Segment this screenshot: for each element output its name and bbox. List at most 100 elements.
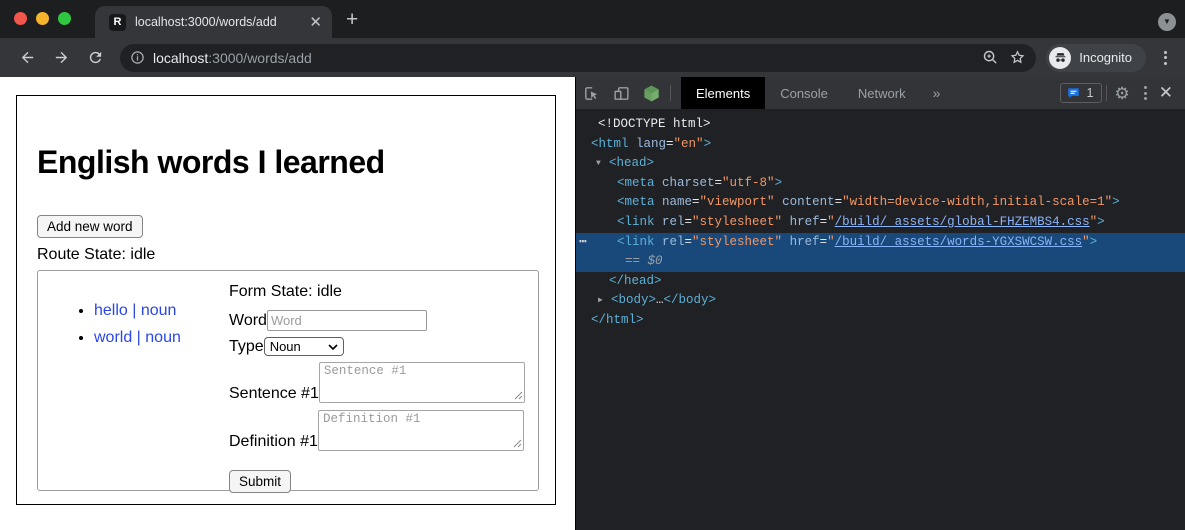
inspect-cursor-icon bbox=[583, 85, 600, 102]
word-input[interactable] bbox=[267, 310, 427, 331]
dom-token: <link bbox=[617, 215, 655, 229]
devtools-tab-elements[interactable]: Elements bbox=[681, 77, 765, 109]
web-page: English words I learned Add new word Rou… bbox=[0, 77, 575, 530]
expand-arrow-open-icon[interactable]: ▼ bbox=[596, 154, 601, 174]
dom-node-line[interactable]: </html> bbox=[576, 311, 1185, 331]
dom-token: > bbox=[1090, 235, 1098, 249]
zoom-magnifier-icon bbox=[982, 49, 999, 66]
dom-token: = bbox=[820, 235, 828, 249]
browser-toolbar: localhost:3000/words/add Incognito bbox=[0, 38, 1185, 77]
dom-token: charset bbox=[655, 176, 715, 190]
submit-button[interactable]: Submit bbox=[229, 470, 291, 493]
dom-node-line[interactable]: <link rel="stylesheet" href="/build/_ass… bbox=[576, 213, 1185, 233]
toolbar-divider bbox=[670, 85, 671, 101]
select-chevron-icon bbox=[328, 344, 338, 350]
dom-token: > bbox=[1097, 215, 1105, 229]
dom-token: <meta bbox=[617, 176, 655, 190]
dom-node-line[interactable]: <meta charset="utf-8"> bbox=[576, 174, 1185, 194]
chevron-down-icon: ▼ bbox=[1163, 18, 1171, 26]
star-icon bbox=[1009, 49, 1026, 66]
app-container: English words I learned Add new word Rou… bbox=[16, 95, 556, 505]
forward-arrow-icon bbox=[53, 49, 70, 66]
type-select[interactable]: Noun bbox=[264, 337, 344, 356]
dom-node-line[interactable]: </head> bbox=[576, 272, 1185, 292]
dom-token: = bbox=[715, 176, 723, 190]
tab-close-icon[interactable]: ✕ bbox=[309, 13, 322, 31]
maximize-window-button[interactable] bbox=[58, 12, 71, 25]
dom-token: "utf-8" bbox=[722, 176, 775, 190]
dom-node-line[interactable]: ▼ <head> bbox=[576, 154, 1185, 174]
type-select-value: Noun bbox=[270, 339, 301, 354]
expand-arrow-closed-icon[interactable]: ▶ bbox=[598, 291, 603, 311]
node-devtools-icon[interactable] bbox=[636, 80, 666, 106]
dom-node-line[interactable]: <meta name="viewport" content="width=dev… bbox=[576, 193, 1185, 213]
tab-search-button[interactable]: ▼ bbox=[1158, 13, 1176, 31]
remix-favicon-icon: R bbox=[109, 14, 126, 31]
minimize-window-button[interactable] bbox=[36, 12, 49, 25]
toolbar-divider bbox=[1106, 85, 1107, 101]
browser-tab[interactable]: R localhost:3000/words/add ✕ bbox=[95, 6, 332, 38]
add-new-word-button[interactable]: Add new word bbox=[37, 215, 143, 238]
page-info-icon[interactable] bbox=[130, 50, 145, 65]
dom-token: = bbox=[820, 215, 828, 229]
dom-token: <head> bbox=[609, 156, 654, 170]
devtools-menu-button[interactable] bbox=[1134, 86, 1157, 100]
type-label: Type bbox=[229, 338, 264, 356]
device-toolbar-button[interactable] bbox=[606, 80, 636, 106]
dom-token: lang bbox=[629, 137, 667, 151]
word-link[interactable]: world | noun bbox=[94, 329, 181, 346]
node-adorner-dots[interactable]: ⋯ bbox=[579, 233, 586, 253]
dom-token: rel bbox=[655, 215, 685, 229]
dom-node-line[interactable]: <!DOCTYPE html> bbox=[576, 115, 1185, 135]
dom-token: /build/_assets/words-YGXSWCSW.css bbox=[835, 235, 1083, 249]
dom-token: = bbox=[685, 235, 693, 249]
new-tab-button[interactable]: + bbox=[346, 8, 358, 32]
inspect-element-button[interactable] bbox=[576, 80, 606, 106]
dom-token: href bbox=[782, 215, 820, 229]
add-word-form: Form State: idle Word Type Noun Sentence bbox=[229, 271, 538, 490]
dom-token: "stylesheet" bbox=[692, 215, 782, 229]
dom-token: /build/_assets/global-FHZEMBS4.css bbox=[835, 215, 1090, 229]
dom-token: </body> bbox=[664, 293, 717, 307]
definition-label: Definition #1 bbox=[229, 433, 318, 451]
word-label: Word bbox=[229, 312, 267, 330]
forward-button[interactable] bbox=[46, 43, 76, 73]
dom-token: " bbox=[1082, 235, 1090, 249]
dom-token: content bbox=[775, 195, 835, 209]
sentence-textarea[interactable] bbox=[319, 362, 525, 403]
form-state-text: Form State: idle bbox=[229, 283, 527, 301]
dom-node-line[interactable]: == $0 bbox=[576, 252, 1185, 272]
sentence-label: Sentence #1 bbox=[229, 385, 319, 403]
dom-token: > bbox=[704, 137, 712, 151]
issues-counter[interactable]: 1 bbox=[1060, 83, 1102, 103]
dom-node-line[interactable]: ▶<body>…</body> bbox=[576, 291, 1185, 311]
zoom-button[interactable] bbox=[982, 49, 999, 66]
dom-token: rel bbox=[655, 235, 685, 249]
dom-token: "en" bbox=[674, 137, 704, 151]
close-window-button[interactable] bbox=[14, 12, 27, 25]
dom-token: = bbox=[666, 137, 674, 151]
traffic-lights bbox=[14, 12, 71, 25]
more-tabs-button[interactable]: » bbox=[921, 85, 953, 101]
devtools-tab-console[interactable]: Console bbox=[765, 77, 843, 109]
devtools-tab-network[interactable]: Network bbox=[843, 77, 921, 109]
dom-node-line[interactable]: ⋯<link rel="stylesheet" href="/build/_as… bbox=[576, 233, 1185, 253]
dom-token: </head> bbox=[609, 274, 662, 288]
dom-token: = bbox=[692, 195, 700, 209]
reload-button[interactable] bbox=[80, 43, 110, 73]
dom-node-line[interactable]: <html lang="en"> bbox=[576, 135, 1185, 155]
back-button[interactable] bbox=[12, 43, 42, 73]
devtools-close-icon[interactable]: ✕ bbox=[1157, 83, 1185, 103]
settings-gear-icon[interactable]: ⚙ bbox=[1115, 85, 1130, 102]
tab-title: localhost:3000/words/add bbox=[135, 15, 303, 29]
bookmark-button[interactable] bbox=[1009, 49, 1026, 66]
address-bar[interactable]: localhost:3000/words/add bbox=[120, 44, 1036, 72]
dom-token: <body> bbox=[611, 293, 656, 307]
dom-token: = bbox=[685, 215, 693, 229]
dom-token: == $0 bbox=[625, 254, 663, 268]
word-link[interactable]: hello | noun bbox=[94, 302, 176, 319]
definition-textarea[interactable] bbox=[318, 410, 524, 451]
devtools-panel: ElementsConsoleNetwork » 1 ⚙ ✕ <!DOCTYPE… bbox=[575, 77, 1185, 530]
tab-strip: R localhost:3000/words/add ✕ + ▼ bbox=[0, 0, 1185, 38]
browser-menu-button[interactable] bbox=[1158, 51, 1173, 65]
